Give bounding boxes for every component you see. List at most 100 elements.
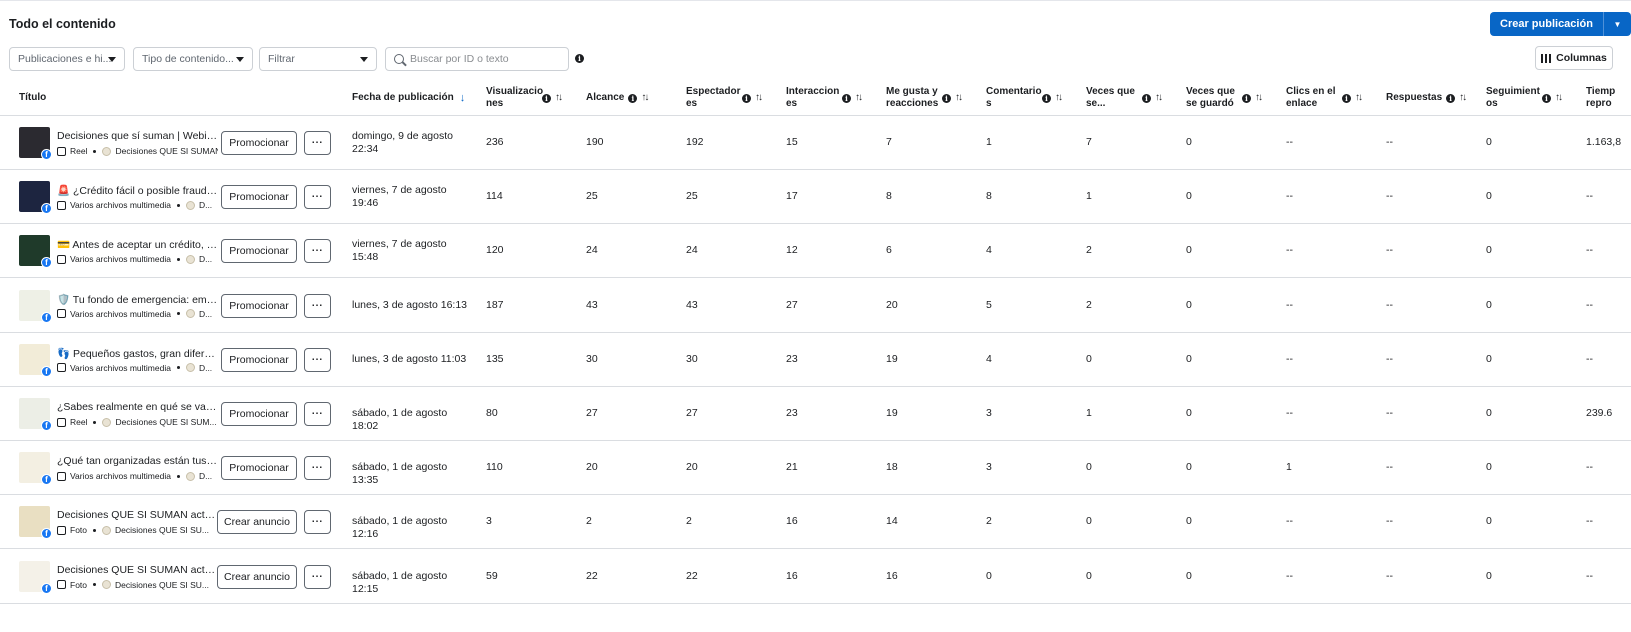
create-post-dropdown-toggle[interactable]: ▼ [1602, 12, 1631, 36]
sort-icon[interactable]: ↑↓ [1055, 92, 1063, 104]
column-header-follows[interactable]: Seguimient os [1486, 86, 1540, 110]
info-icon[interactable]: i [542, 93, 551, 103]
info-icon[interactable]: i [1242, 93, 1251, 103]
create-ad-button[interactable]: Crear anuncio [217, 564, 297, 589]
sort-icon[interactable]: ↑↓ [855, 92, 863, 104]
more-options-button[interactable]: ... [304, 402, 331, 426]
post-thumbnail[interactable]: f [19, 289, 52, 323]
info-icon[interactable]: i [942, 93, 951, 103]
column-header-saves[interactable]: Veces que se guardó [1186, 86, 1238, 110]
sort-icon[interactable]: ↑↓ [1255, 92, 1263, 104]
more-options-button[interactable]: ... [304, 456, 331, 481]
table-row[interactable]: f 💳 Antes de aceptar un crédito, mira...… [0, 224, 1631, 279]
more-options-button[interactable]: ... [304, 564, 331, 589]
info-icon[interactable]: i [1142, 93, 1151, 103]
create-post-button[interactable]: Crear publicación [1490, 12, 1603, 36]
promote-button[interactable]: Promocionar [221, 293, 297, 318]
post-title[interactable]: Decisiones QUE SI SUMAN actualiz... [57, 564, 218, 576]
post-type: Varios archivos multimedia [70, 308, 171, 319]
sort-icon[interactable]: ↑↓ [1155, 92, 1163, 104]
sort-icon[interactable]: ↑↓ [755, 92, 763, 104]
facebook-icon: f [41, 474, 52, 486]
promote-button[interactable]: Promocionar [221, 239, 297, 264]
media-type-icon [57, 363, 66, 373]
post-thumbnail[interactable]: f [19, 398, 52, 431]
more-options-button[interactable]: ... [304, 239, 331, 264]
promote-button[interactable]: Promocionar [221, 347, 297, 372]
post-title[interactable]: 👣 Pequeños gastos, gran diferencia... [57, 347, 218, 360]
search-input[interactable]: Buscar por ID o texto [385, 47, 569, 71]
metric-interactions: 12 [786, 244, 798, 257]
more-options-button[interactable]: ... [304, 510, 331, 535]
info-icon[interactable]: i [628, 93, 638, 103]
column-header-link-clicks[interactable]: Clics en el enlace [1286, 86, 1338, 110]
publications-dropdown[interactable]: Publicaciones e hi... [9, 47, 125, 71]
post-thumbnail[interactable]: f [19, 506, 52, 540]
post-title[interactable]: Decisiones QUE SI SUMAN actualiz... [57, 509, 218, 521]
more-options-button[interactable]: ... [304, 131, 331, 155]
post-title[interactable]: ¿Qué tan organizadas están tus finan... [57, 455, 218, 467]
sort-icon[interactable]: ↑↓ [955, 92, 963, 104]
column-header-title[interactable]: Título [19, 83, 46, 113]
column-header-watch-time[interactable]: Tiemp repro [1586, 86, 1631, 110]
post-title[interactable]: 🛡️ Tu fondo de emergencia: empieza... [57, 293, 218, 306]
info-icon[interactable]: i [575, 54, 584, 63]
facebook-icon: f [41, 311, 52, 323]
info-icon[interactable]: i [1446, 93, 1456, 103]
column-header-likes[interactable]: Me gusta y reacciones [886, 86, 938, 110]
post-title[interactable]: 💳 Antes de aceptar un crédito, mira... [57, 238, 218, 251]
column-header-interactions[interactable]: Interaccion es [786, 86, 839, 110]
metric-interactions: 27 [786, 298, 798, 311]
post-thumbnail[interactable]: f [19, 127, 52, 160]
metric-follows: 0 [1486, 407, 1492, 419]
post-title[interactable]: ¿Sabes realmente en qué se va tu di... [57, 401, 218, 413]
promote-button[interactable]: Promocionar [221, 185, 297, 210]
table-row[interactable]: f ¿Qué tan organizadas están tus finan..… [0, 441, 1631, 496]
table-row[interactable]: f 🚨 ¿Crédito fácil o posible fraude? En.… [0, 170, 1631, 225]
table-row[interactable]: f Decisiones que sí suman | Webinar de f… [0, 116, 1631, 170]
post-title[interactable]: 🚨 ¿Crédito fácil o posible fraude? En... [57, 184, 218, 197]
column-header-reach[interactable]: Alcance [586, 92, 624, 104]
sort-icon[interactable]: ↑↓ [555, 92, 563, 104]
column-header-viewers[interactable]: Espectador es [686, 86, 740, 110]
post-title[interactable]: Decisiones que sí suman | Webinar de fin… [57, 130, 218, 142]
more-options-button[interactable]: ... [304, 185, 331, 210]
sort-icon[interactable]: ↑↓ [1355, 92, 1363, 104]
post-thumbnail[interactable]: f [19, 235, 52, 269]
info-icon[interactable]: i [1042, 93, 1051, 103]
table-row[interactable]: f Decisiones QUE SI SUMAN actualiz... Fo… [0, 550, 1631, 604]
column-header-views[interactable]: Visualizacio nes [486, 86, 543, 110]
table-row[interactable]: f 🛡️ Tu fondo de emergencia: empieza... … [0, 279, 1631, 333]
post-thumbnail[interactable]: f [19, 452, 52, 486]
column-header-shares[interactable]: Veces que se... [1086, 86, 1138, 110]
promote-button[interactable]: Promocionar [221, 456, 297, 481]
promote-button[interactable]: Promocionar [221, 402, 297, 426]
info-icon[interactable]: i [1342, 93, 1351, 103]
info-icon[interactable]: i [1542, 93, 1551, 103]
facebook-icon: f [41, 365, 52, 377]
post-thumbnail[interactable]: f [19, 560, 52, 594]
info-icon[interactable]: i [842, 93, 851, 103]
post-thumbnail[interactable]: f [19, 343, 52, 377]
metric-follows: 0 [1486, 515, 1492, 528]
more-options-button[interactable]: ... [304, 293, 331, 318]
filter-dropdown[interactable]: Filtrar [259, 47, 377, 71]
post-thumbnail[interactable]: f [19, 181, 52, 215]
table-row[interactable]: f Decisiones QUE SI SUMAN actualiz... Fo… [0, 495, 1631, 550]
more-options-button[interactable]: ... [304, 347, 331, 372]
create-ad-button[interactable]: Crear anuncio [217, 510, 297, 535]
column-header-date[interactable]: Fecha de publicación ↓ [352, 83, 465, 113]
sort-icon[interactable]: ↑↓ [1555, 92, 1563, 104]
columns-button[interactable]: Columnas [1535, 46, 1613, 70]
metric-interactions: 15 [786, 136, 798, 148]
sort-icon[interactable]: ↑↓ [1459, 92, 1467, 104]
metric-comments: 5 [986, 298, 992, 311]
column-header-comments[interactable]: Comentario s [986, 86, 1042, 110]
info-icon[interactable]: i [742, 93, 751, 103]
column-header-replies[interactable]: Respuestas [1386, 92, 1442, 104]
promote-button[interactable]: Promocionar [221, 131, 297, 155]
sort-icon[interactable]: ↑↓ [641, 92, 649, 104]
content-type-dropdown[interactable]: Tipo de contenido... [133, 47, 253, 71]
table-row[interactable]: f 👣 Pequeños gastos, gran diferencia... … [0, 333, 1631, 387]
table-row[interactable]: f ¿Sabes realmente en qué se va tu di...… [0, 387, 1631, 441]
